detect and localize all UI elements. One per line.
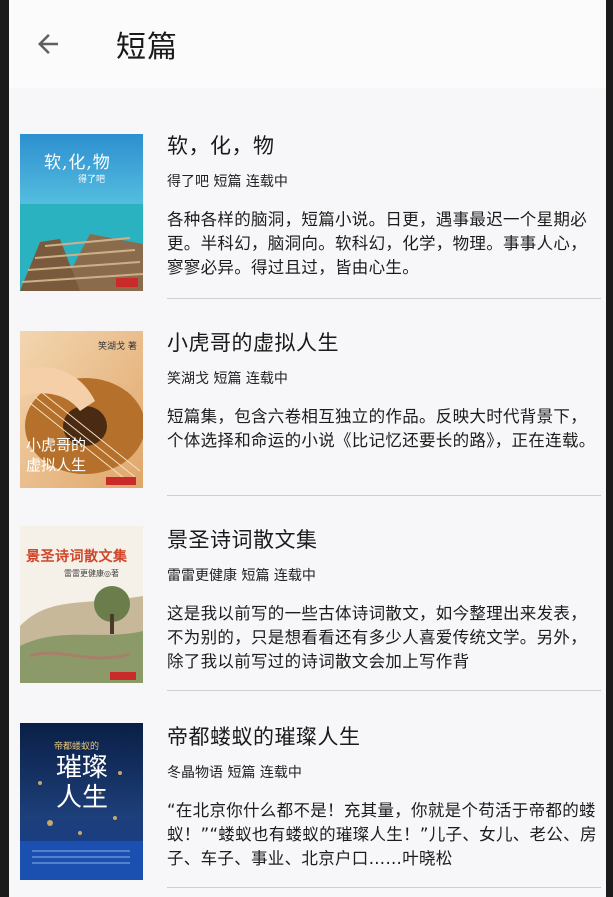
back-button[interactable] bbox=[9, 0, 88, 88]
page-title: 短篇 bbox=[116, 30, 178, 65]
book-list: 软,化,物 得了吧 软，化，物 得了吧 短篇 连载中 各种各样的脑洞，短篇小说。… bbox=[9, 100, 606, 888]
book-info: 软，化，物 得了吧 短篇 连载中 各种各样的脑洞，短篇小说。日更，遇事最迟一个星… bbox=[167, 132, 600, 280]
cover-author: 笑湖戈 著 bbox=[98, 342, 137, 352]
book-meta: 雷雷更健康 短篇 连载中 bbox=[167, 568, 316, 584]
cover-title: 璀璨人生 bbox=[55, 753, 108, 813]
book-meta: 得了吧 短篇 连载中 bbox=[167, 174, 288, 190]
cover-author: 得了吧 bbox=[78, 175, 106, 185]
cover-title: 小虎哥的虚拟人生 bbox=[26, 436, 87, 474]
arrow-left-icon bbox=[38, 34, 58, 54]
book-title: 小虎哥的虚拟人生 bbox=[167, 331, 339, 355]
book-meta: 冬晶物语 短篇 连载中 bbox=[167, 765, 302, 781]
cover-title: 景圣诗词散文集 bbox=[26, 549, 128, 565]
cover-author: 雷雷更健康◎著 bbox=[64, 569, 119, 578]
book-title: 景圣诗词散文集 bbox=[167, 528, 318, 552]
book-cover[interactable]: 帝都蝼蚁的 璀璨人生 bbox=[20, 723, 143, 880]
book-meta: 笑湖戈 短篇 连载中 bbox=[167, 371, 288, 387]
app-bar: 短篇 bbox=[9, 0, 606, 88]
book-info: 帝都蝼蚁的璀璨人生 冬晶物语 短篇 连载中 “在北京你什么都不是！充其量，你就是… bbox=[167, 723, 600, 871]
book-cover[interactable]: 软,化,物 得了吧 bbox=[20, 134, 143, 291]
cover-title: 软,化,物 bbox=[44, 153, 111, 173]
book-description: 这是我以前写的一些古体诗词散文，如今整理出来发表，不为别的，只是想看看还有多少人… bbox=[167, 604, 587, 671]
book-cover[interactable]: 笑湖戈 著 小虎哥的虚拟人生 bbox=[20, 331, 143, 488]
book-description: 各种各样的脑洞，短篇小说。日更，遇事最迟一个星期必更。半科幻，脑洞向。软科幻，化… bbox=[167, 210, 587, 277]
book-description: 短篇集，包含六卷相互独立的作品。反映大时代背景下，个体选择和命运的小说《比记忆还… bbox=[167, 407, 596, 450]
book-description: “在北京你什么都不是！充其量，你就是个苟活于帝都的蝼蚁！”“蝼蚁也有蝼蚁的璀璨人… bbox=[167, 801, 597, 868]
book-item[interactable]: 软,化,物 得了吧 软，化，物 得了吧 短篇 连载中 各种各样的脑洞，短篇小说。… bbox=[9, 100, 606, 299]
divider bbox=[167, 887, 601, 888]
book-info: 景圣诗词散文集 雷雷更健康 短篇 连载中 这是我以前写的一些古体诗词散文，如今整… bbox=[167, 526, 600, 674]
book-item[interactable]: 帝都蝼蚁的 璀璨人生 帝都蝼蚁的璀璨人生 冬晶物语 短篇 连载中 “在北京你什么… bbox=[9, 691, 606, 888]
book-title: 帝都蝼蚁的璀璨人生 bbox=[167, 725, 361, 749]
book-info: 小虎哥的虚拟人生 笑湖戈 短篇 连载中 短篇集，包含六卷相互独立的作品。反映大时… bbox=[167, 329, 600, 477]
book-item[interactable]: 景圣诗词散文集 雷雷更健康◎著 景圣诗词散文集 雷雷更健康 短篇 连载中 这是我… bbox=[9, 494, 606, 691]
book-item[interactable]: 笑湖戈 著 小虎哥的虚拟人生 小虎哥的虚拟人生 笑湖戈 短篇 连载中 短篇集，包… bbox=[9, 297, 606, 496]
book-title: 软，化，物 bbox=[167, 134, 275, 158]
book-cover[interactable]: 景圣诗词散文集 雷雷更健康◎著 bbox=[20, 526, 143, 683]
cover-author: 帝都蝼蚁的 bbox=[54, 742, 100, 752]
screen: 短篇 软,化,物 得了吧 软，化，物 得了吧 短篇 连载中 各种各样的脑洞，短篇… bbox=[9, 0, 606, 897]
